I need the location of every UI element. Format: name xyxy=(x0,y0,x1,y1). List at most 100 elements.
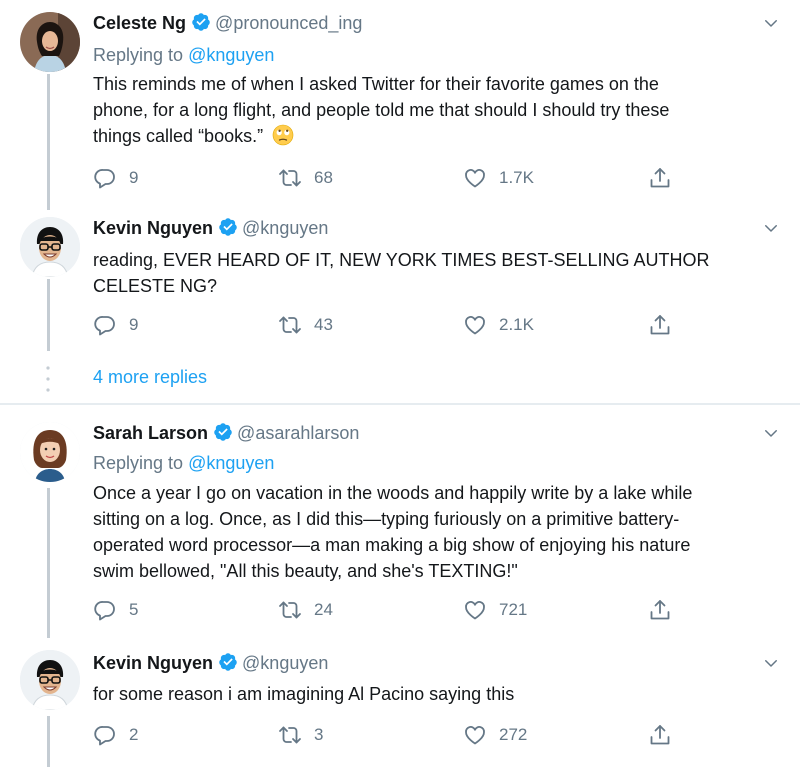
tweet-text-line: CELESTE NG? xyxy=(93,276,218,296)
share-button[interactable] xyxy=(648,310,684,340)
heart-icon xyxy=(463,598,487,622)
like-button[interactable]: 2.1K xyxy=(463,310,534,340)
like-count: 272 xyxy=(499,725,528,744)
retweet-count: 68 xyxy=(314,168,333,187)
reply-count: 9 xyxy=(129,315,139,334)
replying-to: Replying to @knguyen xyxy=(93,42,274,68)
thread-line xyxy=(47,716,50,767)
replying-label: Replying to xyxy=(93,453,189,473)
display-name[interactable]: Kevin Nguyen xyxy=(93,653,213,673)
retweet-icon xyxy=(278,598,302,622)
tweet-text-line: sitting on a log. Once, as I did this—ty… xyxy=(93,509,680,529)
tweet-actions: 9 43 2.1K xyxy=(93,310,693,340)
retweet-button[interactable]: 43 xyxy=(278,310,333,340)
divider xyxy=(0,403,800,405)
face-with-rolling-eyes-emoji-icon xyxy=(272,124,294,146)
display-name[interactable]: Kevin Nguyen xyxy=(93,218,213,238)
tweet-text: This reminds me of when I asked Twitter … xyxy=(93,71,773,149)
heart-icon xyxy=(463,723,487,747)
tweet-text: for some reason i am imagining Al Pacino… xyxy=(93,681,773,707)
tweet-actions: 9 68 1.7K xyxy=(93,163,693,193)
retweet-icon xyxy=(278,166,302,190)
display-name[interactable]: Sarah Larson xyxy=(93,423,208,443)
tweet-text-line: reading, EVER HEARD OF IT, NEW YORK TIME… xyxy=(93,250,710,270)
tweet-header: Sarah Larson @asarahlarson xyxy=(93,420,359,446)
tweet-text: reading, EVER HEARD OF IT, NEW YORK TIME… xyxy=(93,247,773,299)
share-button[interactable] xyxy=(648,595,684,625)
reply-count: 2 xyxy=(129,725,139,744)
chevron-down-icon[interactable] xyxy=(762,654,780,672)
share-icon xyxy=(648,313,672,337)
verified-badge-icon xyxy=(191,12,211,32)
tweet-text-line: swim bellowed, "All this beauty, and she… xyxy=(93,561,518,581)
reply-button[interactable]: 2 xyxy=(93,720,138,750)
chevron-down-icon[interactable] xyxy=(762,219,780,237)
display-name[interactable]: Celeste Ng xyxy=(93,13,186,33)
share-button[interactable] xyxy=(648,163,684,193)
retweet-icon xyxy=(278,723,302,747)
tweet-text-line: operated word processor—a man making a b… xyxy=(93,535,691,555)
reply-icon xyxy=(93,166,117,190)
more-replies-link[interactable]: 4 more replies xyxy=(93,367,207,388)
reply-button[interactable]: 9 xyxy=(93,163,138,193)
verified-badge-icon xyxy=(213,422,233,442)
verified-badge-icon xyxy=(218,652,238,672)
reply-button[interactable]: 5 xyxy=(93,595,138,625)
like-button[interactable]: 1.7K xyxy=(463,163,534,193)
thread-line xyxy=(47,279,50,351)
share-button[interactable] xyxy=(648,720,684,750)
thread-line xyxy=(47,74,50,210)
retweet-icon xyxy=(278,313,302,337)
tweet-actions: 5 24 721 xyxy=(93,595,693,625)
like-button[interactable]: 272 xyxy=(463,720,527,750)
avatar[interactable] xyxy=(20,217,80,277)
heart-icon xyxy=(463,313,487,337)
retweet-count: 24 xyxy=(314,600,333,619)
like-count: 2.1K xyxy=(499,315,534,334)
tweet-celeste-ng[interactable]: Celeste Ng @pronounced_ing Replying to @k… xyxy=(0,0,800,210)
retweet-count: 43 xyxy=(314,315,333,334)
tweet-kevin-nguyen[interactable]: Kevin Nguyen @knguyen reading, EVER HEARD… xyxy=(0,205,800,355)
share-icon xyxy=(648,723,672,747)
like-count: 721 xyxy=(499,600,528,619)
tweet-kevin-nguyen-reply[interactable]: Kevin Nguyen @knguyen for some reason i a… xyxy=(0,640,800,767)
tweet-sarah-larson[interactable]: Sarah Larson @asarahlarson Replying to @k… xyxy=(0,410,800,640)
share-icon xyxy=(648,166,672,190)
retweet-button[interactable]: 3 xyxy=(278,720,323,750)
share-icon xyxy=(648,598,672,622)
tweet-actions: 2 3 272 xyxy=(93,720,693,750)
tweet-text-line: phone, for a long flight, and people tol… xyxy=(93,100,670,120)
reply-icon xyxy=(93,598,117,622)
retweet-button[interactable]: 68 xyxy=(278,163,333,193)
user-handle[interactable]: @knguyen xyxy=(242,218,328,238)
tweet-header: Celeste Ng @pronounced_ing xyxy=(93,10,362,36)
tweet-header: Kevin Nguyen @knguyen xyxy=(93,215,328,241)
reply-count: 5 xyxy=(129,600,139,619)
avatar[interactable] xyxy=(20,422,80,482)
user-handle[interactable]: @pronounced_ing xyxy=(215,13,362,33)
avatar[interactable] xyxy=(20,650,80,710)
user-handle[interactable]: @knguyen xyxy=(242,653,328,673)
reply-icon xyxy=(93,313,117,337)
user-handle[interactable]: @asarahlarson xyxy=(237,423,359,443)
heart-icon xyxy=(463,166,487,190)
replying-mention-link[interactable]: @knguyen xyxy=(188,45,274,65)
replying-to: Replying to @knguyen xyxy=(93,450,274,476)
like-count: 1.7K xyxy=(499,168,534,187)
replying-mention-link[interactable]: @knguyen xyxy=(188,453,274,473)
tweet-text: Once a year I go on vacation in the wood… xyxy=(93,480,773,584)
retweet-count: 3 xyxy=(314,725,324,744)
reply-icon xyxy=(93,723,117,747)
tweet-header: Kevin Nguyen @knguyen xyxy=(93,650,328,676)
thread-line xyxy=(47,488,50,638)
chevron-down-icon[interactable] xyxy=(762,424,780,442)
tweet-text-line: things called “books.” xyxy=(93,123,773,149)
like-button[interactable]: 721 xyxy=(463,595,527,625)
retweet-button[interactable]: 24 xyxy=(278,595,333,625)
chevron-down-icon[interactable] xyxy=(762,14,780,32)
tweet-text-line: Once a year I go on vacation in the wood… xyxy=(93,483,693,503)
reply-count: 9 xyxy=(129,168,139,187)
tweet-text-line: for some reason i am imagining Al Pacino… xyxy=(93,684,515,704)
avatar[interactable] xyxy=(20,12,80,72)
reply-button[interactable]: 9 xyxy=(93,310,138,340)
